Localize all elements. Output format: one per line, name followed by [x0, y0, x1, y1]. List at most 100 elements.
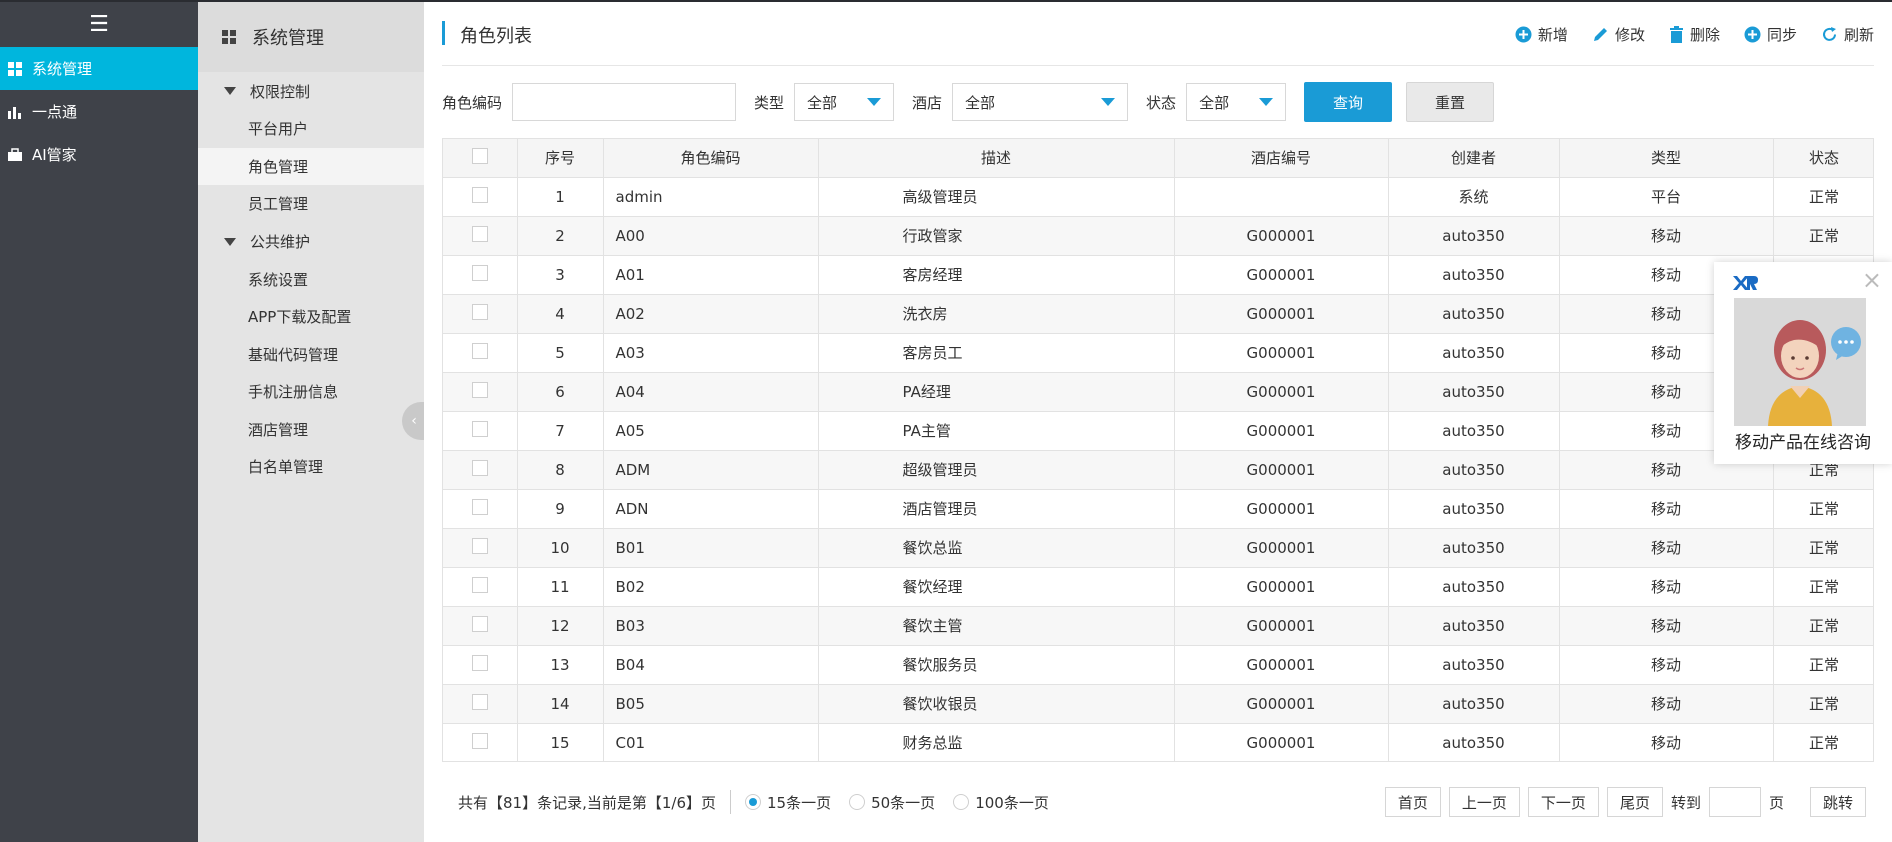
page-size-15[interactable]: 15条一页 — [745, 792, 831, 813]
submenu-item-phone-registration[interactable]: 手机注册信息 — [198, 373, 424, 411]
row-checkbox-cell[interactable] — [443, 216, 518, 256]
submenu-group-permissions[interactable]: 权限控制 — [198, 72, 424, 110]
table-row[interactable]: 12 B03 餐饮主管 G000001 auto350 移动 正常 — [443, 606, 1873, 646]
checkbox[interactable] — [471, 264, 488, 281]
row-checkbox-cell[interactable] — [443, 372, 518, 412]
checkbox[interactable] — [471, 342, 488, 359]
row-checkbox-cell[interactable] — [443, 606, 518, 646]
table-row[interactable]: 15 C01 财务总监 G000001 auto350 移动 正常 — [443, 723, 1873, 761]
checkbox[interactable] — [471, 381, 488, 398]
row-checkbox-cell[interactable] — [443, 567, 518, 607]
row-checkbox-cell[interactable] — [443, 294, 518, 334]
row-checkbox-cell[interactable] — [443, 489, 518, 529]
goto-button[interactable]: 跳转 — [1809, 787, 1866, 817]
column-header[interactable]: 类型 — [1559, 139, 1774, 178]
next-page-button[interactable]: 下一页 — [1527, 787, 1599, 817]
submenu-item-app-download[interactable]: APP下载及配置 — [198, 298, 424, 336]
row-checkbox-cell[interactable] — [443, 645, 518, 685]
last-page-button[interactable]: 尾页 — [1606, 787, 1663, 817]
checkbox[interactable] — [471, 303, 488, 320]
submenu-item-role-management[interactable]: 角色管理 — [198, 147, 424, 185]
table-row[interactable]: 2 A00 行政管家 G000001 auto350 移动 正常 — [443, 216, 1873, 256]
column-header[interactable]: 序号 — [517, 139, 604, 178]
checkbox[interactable] — [471, 537, 488, 554]
table-row[interactable]: 9 ADN 酒店管理员 G000001 auto350 移动 正常 — [443, 489, 1873, 529]
plus-circle-icon — [1744, 26, 1761, 43]
column-header[interactable]: 描述 — [818, 139, 1175, 178]
checkbox[interactable] — [471, 459, 488, 476]
hotel-select[interactable]: 全部 — [952, 83, 1129, 121]
table-row[interactable]: 6A04PA经理G000001auto350移动正常 — [443, 372, 1873, 412]
menu-toggle-icon[interactable]: ☰ — [0, 2, 198, 47]
reset-button[interactable]: 重置 — [1406, 82, 1495, 122]
table-row[interactable]: 8 ADM 超级管理员 G000001 auto350 移动 正常 — [443, 450, 1873, 490]
online-consult-widget[interactable]: × 移动产品在线咨询 — [1714, 262, 1892, 464]
column-header[interactable]: 角色编码 — [603, 139, 819, 178]
column-header[interactable]: 创建者 — [1388, 139, 1560, 178]
table-row[interactable]: 11 B02 餐饮经理 G000001 auto350 移动 正常 — [443, 567, 1873, 607]
first-page-button[interactable]: 首页 — [1384, 787, 1441, 817]
table-row[interactable]: 14 B05 餐饮收银员 G000001 auto350 移动 正常 — [443, 684, 1873, 724]
close-icon[interactable]: × — [1862, 266, 1882, 294]
query-button[interactable]: 查询 — [1304, 82, 1393, 122]
page-size-100[interactable]: 100条一页 — [953, 792, 1049, 813]
submenu-group-maintenance[interactable]: 公共维护 — [198, 223, 424, 261]
checkbox[interactable] — [471, 693, 488, 710]
checkbox[interactable] — [471, 225, 488, 242]
role-type: 移动 — [1559, 606, 1774, 646]
checkbox[interactable] — [471, 576, 488, 593]
table-row[interactable]: 4A02洗衣房G000001auto350移动正常 — [443, 294, 1873, 334]
submenu-item-system-settings[interactable]: 系统设置 — [198, 261, 424, 299]
prev-page-button[interactable]: 上一页 — [1448, 787, 1520, 817]
row-checkbox-cell[interactable] — [443, 450, 518, 490]
sidebar-item-ai[interactable]: AI管家 — [0, 133, 198, 176]
role-description: 餐饮经理 — [818, 567, 1175, 607]
radio[interactable] — [849, 794, 866, 810]
page-size-50[interactable]: 50条一页 — [849, 792, 935, 813]
hotel-code: G000001 — [1174, 411, 1389, 451]
checkbox[interactable] — [471, 498, 488, 515]
table-row[interactable]: 13 B04 餐饮服务员 G000001 auto350 移动 正常 — [443, 645, 1873, 685]
refresh-button[interactable]: 刷新 — [1821, 24, 1874, 45]
type-select[interactable]: 全部 — [794, 83, 895, 121]
row-checkbox-cell[interactable] — [443, 411, 518, 451]
submenu-item-platform-users[interactable]: 平台用户 — [198, 110, 424, 148]
row-checkbox-cell[interactable] — [443, 684, 518, 724]
row-checkbox-cell[interactable] — [443, 333, 518, 373]
row-checkbox-cell[interactable] — [443, 177, 518, 217]
delete-button-label: 删除 — [1689, 26, 1720, 44]
row-checkbox-cell[interactable] — [443, 528, 518, 568]
row-checkbox-cell[interactable] — [443, 255, 518, 295]
checkbox[interactable] — [471, 420, 488, 437]
column-header[interactable]: 酒店编号 — [1174, 139, 1389, 178]
table-row[interactable]: 3A01客房经理G000001auto350移动正常 — [443, 255, 1873, 295]
checkbox[interactable] — [471, 615, 488, 632]
add-button[interactable]: 新增 — [1515, 24, 1568, 45]
table-row[interactable]: 5A03客房员工G000001auto350移动正常 — [443, 333, 1873, 373]
sync-button[interactable]: 同步 — [1744, 24, 1797, 45]
role-code-input[interactable] — [512, 83, 737, 121]
edit-button[interactable]: 修改 — [1592, 24, 1645, 45]
radio[interactable] — [953, 794, 970, 810]
column-header[interactable]: 状态 — [1773, 139, 1873, 178]
checkbox[interactable] — [471, 732, 488, 749]
status-select[interactable]: 全部 — [1186, 83, 1287, 121]
submenu-item-staff-management[interactable]: 员工管理 — [198, 185, 424, 223]
submenu-item-base-code[interactable]: 基础代码管理 — [198, 336, 424, 374]
row-checkbox-cell[interactable] — [443, 723, 518, 761]
radio-selected[interactable] — [745, 794, 761, 810]
goto-page-input[interactable] — [1708, 787, 1761, 817]
submenu-item-hotel-management[interactable]: 酒店管理 — [198, 411, 424, 449]
select-all-checkbox[interactable] — [443, 139, 518, 178]
sidebar-item-yidiantong[interactable]: 一点通 — [0, 90, 198, 133]
checkbox[interactable] — [471, 654, 488, 671]
delete-button[interactable]: 删除 — [1669, 24, 1720, 45]
sidebar-item-system[interactable]: 系统管理 — [0, 47, 198, 90]
submenu-item-whitelist[interactable]: 白名单管理 — [198, 448, 424, 486]
table-row[interactable]: 10 B01 餐饮总监 G000001 auto350 移动 正常 — [443, 528, 1873, 568]
table-row[interactable]: 1 admin 高级管理员 系统 平台 正常 — [443, 177, 1873, 217]
table-row[interactable]: 7A05PA主管G000001auto350移动正常 — [443, 411, 1873, 451]
checkbox[interactable] — [471, 147, 488, 164]
checkbox[interactable] — [471, 186, 488, 203]
caret-down-icon — [1259, 98, 1274, 106]
